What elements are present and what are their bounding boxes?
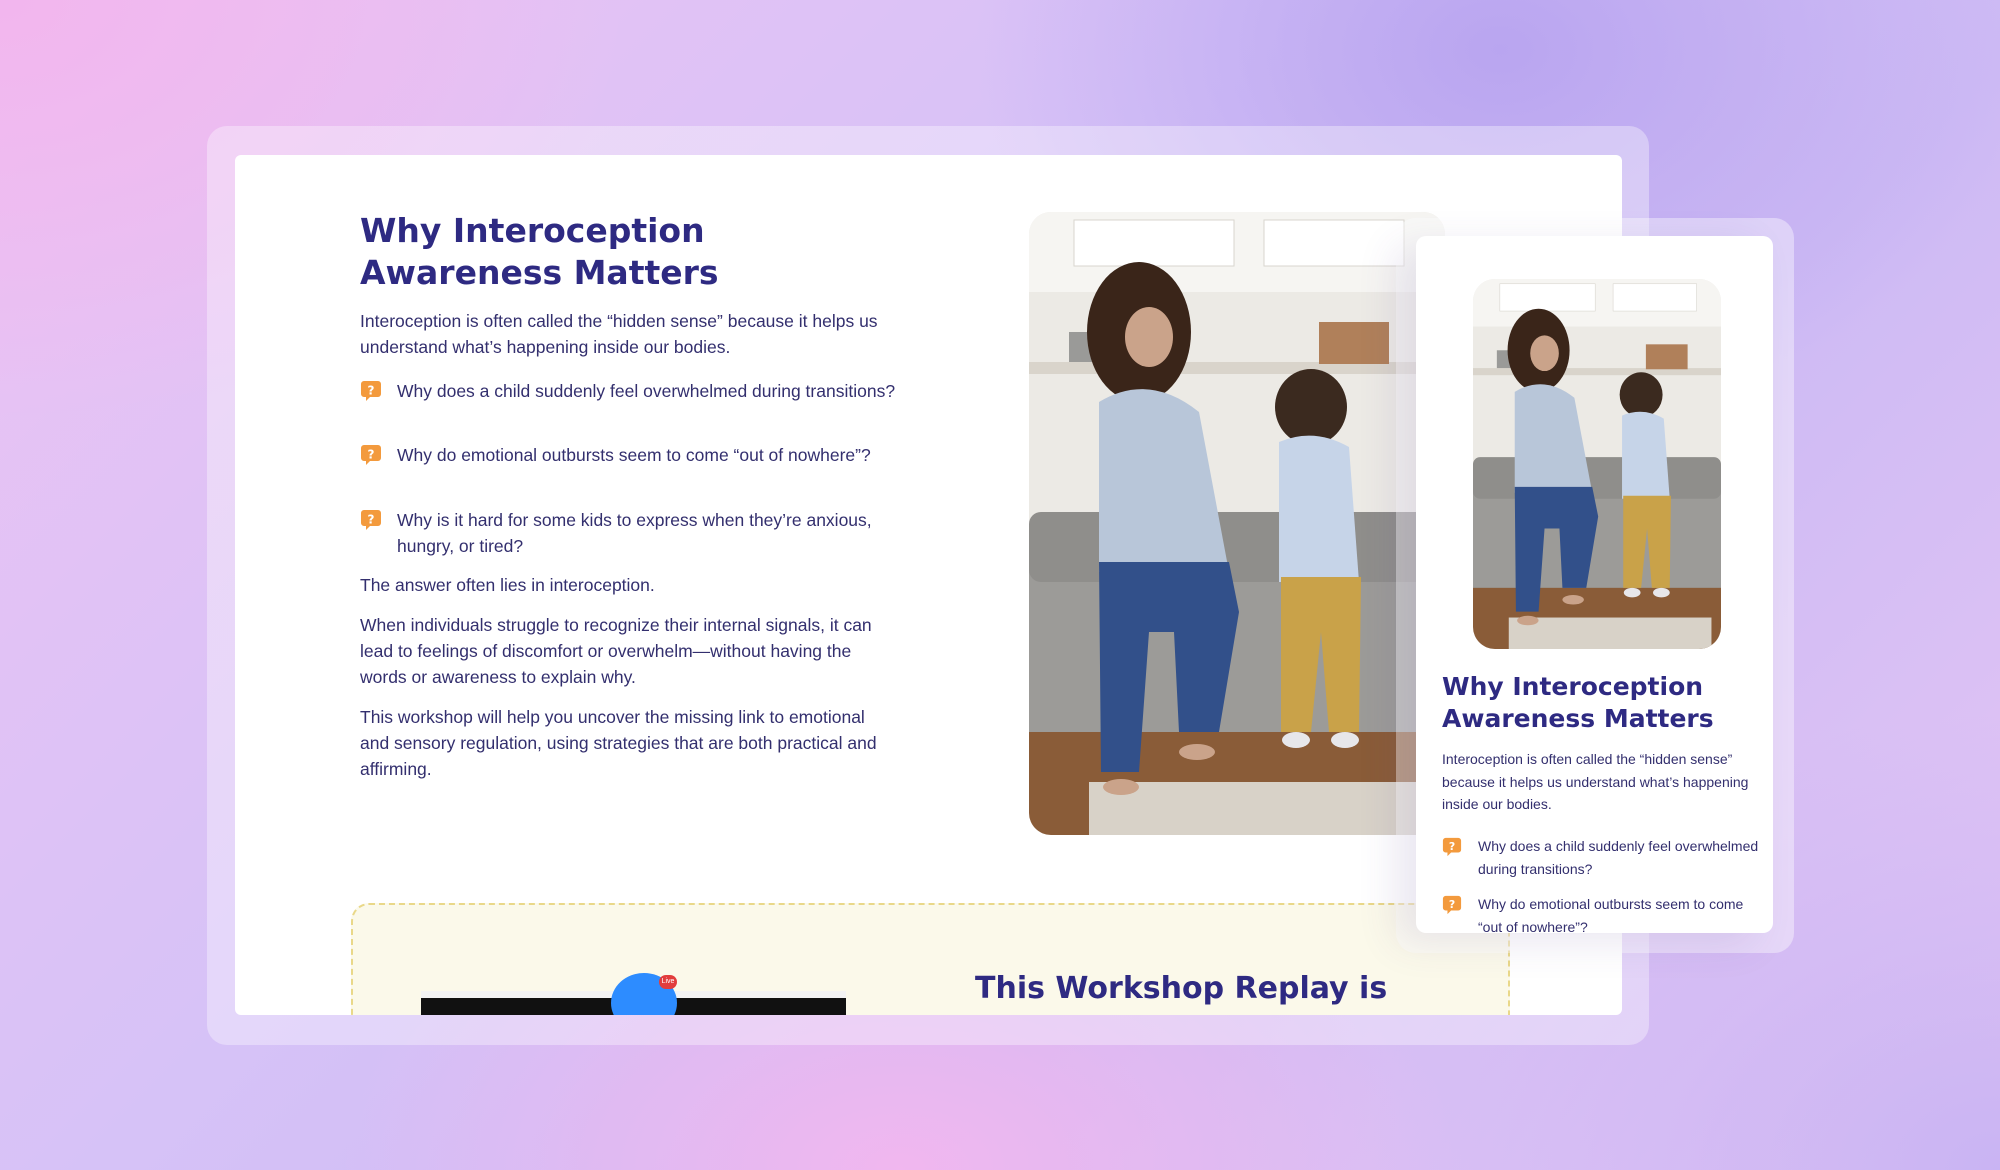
question-item: ? Why does a child suddenly feel overwhe… bbox=[360, 378, 895, 434]
mobile-question-text: Why does a child suddenly feel overwhelm… bbox=[1478, 838, 1759, 877]
struggle-paragraph: When individuals struggle to recognize t… bbox=[360, 615, 872, 687]
question-bubble-icon: ? bbox=[360, 380, 382, 402]
section-title: Why Interoception Awareness Matters bbox=[360, 211, 719, 292]
mobile-mother-child-photo bbox=[1473, 279, 1721, 649]
question-bubble-icon: ? bbox=[360, 509, 382, 531]
svg-text:?: ? bbox=[1449, 840, 1455, 853]
mobile-question-item: ? Why do emotional outbursts seem to com… bbox=[1442, 893, 1762, 933]
question-text: Why is it hard for some kids to express … bbox=[397, 510, 872, 556]
mobile-preview: Why Interoception Awareness Matters Inte… bbox=[1416, 236, 1773, 933]
intro-paragraph: Interoception is often called the “hidde… bbox=[360, 311, 878, 357]
svg-text:?: ? bbox=[368, 448, 375, 462]
svg-text:?: ? bbox=[368, 384, 375, 398]
cta-title: This Workshop Replay is bbox=[975, 971, 1388, 1006]
question-item: ? Why is it hard for some kids to expres… bbox=[360, 507, 890, 563]
live-badge: Live bbox=[659, 975, 677, 989]
svg-text:?: ? bbox=[1449, 898, 1455, 911]
question-bubble-icon: ? bbox=[1442, 895, 1462, 915]
answer-paragraph: The answer often lies in interoception. bbox=[360, 575, 655, 595]
mobile-question-item: ? Why does a child suddenly feel overwhe… bbox=[1442, 835, 1762, 881]
question-text: Why does a child suddenly feel overwhelm… bbox=[397, 381, 896, 401]
mother-child-photo bbox=[1029, 212, 1445, 835]
question-item: ? Why do emotional outbursts seem to com… bbox=[360, 442, 890, 498]
mobile-intro-paragraph: Interoception is often called the “hidde… bbox=[1442, 751, 1749, 812]
workshop-paragraph: This workshop will help you uncover the … bbox=[360, 707, 877, 779]
workshop-replay-callout: Live This Workshop Replay is bbox=[351, 903, 1510, 1015]
question-bubble-icon: ? bbox=[360, 444, 382, 466]
svg-text:?: ? bbox=[368, 513, 375, 527]
question-bubble-icon: ? bbox=[1442, 837, 1462, 857]
mobile-section-title: Why Interoception Awareness Matters bbox=[1442, 672, 1714, 733]
question-text: Why do emotional outbursts seem to come … bbox=[397, 445, 871, 465]
mobile-question-text: Why do emotional outbursts seem to come … bbox=[1478, 896, 1744, 933]
